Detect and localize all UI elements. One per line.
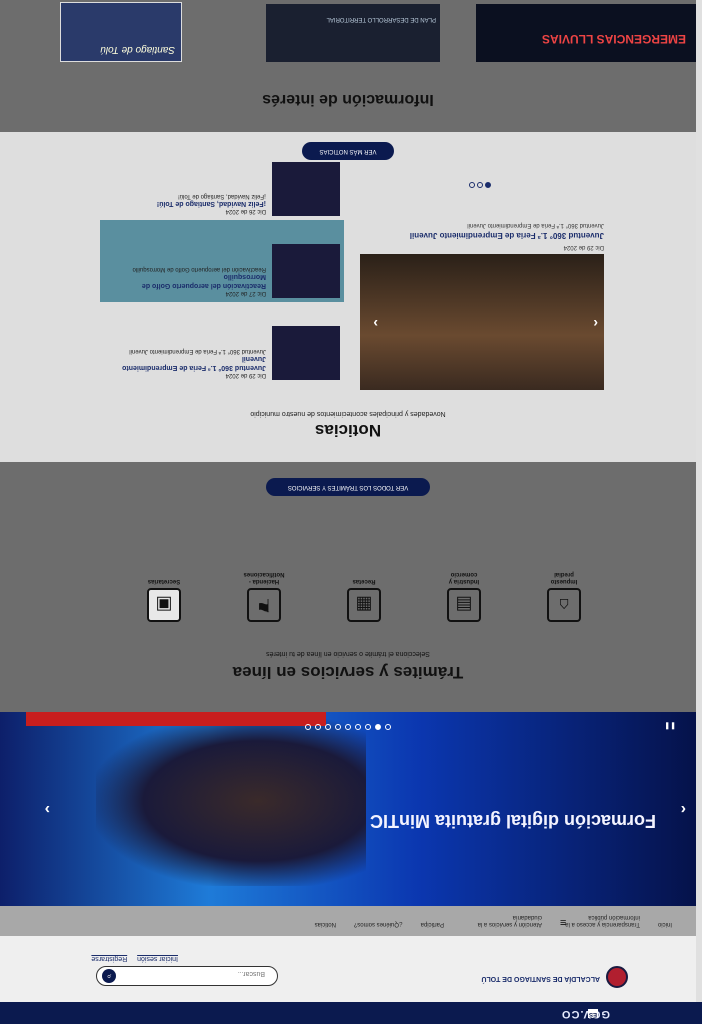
banner-emergencias[interactable]: EMERGENCIAS LLUVIAS: [476, 4, 696, 62]
news-main-image[interactable]: ‹ ›: [360, 254, 604, 390]
notification-icon: ⚑: [247, 588, 281, 622]
building-icon: ▣: [147, 588, 181, 622]
municipality-logo-icon[interactable]: [606, 966, 628, 988]
page: GOV.CO ES ALCALDÍA DE SANTIAGO DE TOLÚ ⌕…: [0, 0, 702, 1024]
nav-item-inicio[interactable]: Inicio: [658, 913, 672, 927]
news-item-date: Dic 29 de 2024: [225, 372, 266, 378]
tile-label: Hacienda - Notificaciones: [243, 571, 285, 584]
language-toggle[interactable]: ES: [588, 1009, 598, 1018]
tile-impuesto-predial[interactable]: ⌂ Impuesto predial: [542, 570, 586, 622]
hero-dot[interactable]: [315, 724, 321, 730]
site-header: ALCALDÍA DE SANTIAGO DE TOLÚ ⌕ Iniciar s…: [0, 936, 696, 1002]
banner-plan-desarrollo[interactable]: PLAN DE DESARROLLO TERRITORIAL: [266, 4, 440, 62]
house-icon: ⌂: [547, 588, 581, 622]
pause-icon[interactable]: ❚❚: [664, 722, 676, 730]
news-dot[interactable]: [485, 182, 491, 188]
news-list: Dic 29 de 2024 Juventud 360° 1.ª Feria d…: [100, 138, 344, 384]
hero-dot[interactable]: [375, 724, 381, 730]
auth-links: Iniciar sesión Registrarse: [83, 955, 178, 962]
tramites-title: Trámites y servicios en línea: [232, 663, 464, 682]
news-thumbnail: [272, 162, 340, 216]
news-dot[interactable]: [469, 182, 475, 188]
banner-label: EMERGENCIAS LLUVIAS: [541, 32, 686, 46]
tile-label: Secretarías: [147, 578, 181, 584]
main-nav: Inicio Transparencia y acceso a la infor…: [0, 906, 696, 936]
tile-label: Industria y comercio: [448, 571, 480, 584]
nav-item-noticias[interactable]: Noticias: [315, 913, 336, 927]
hero-dot[interactable]: [385, 724, 391, 730]
search-icon[interactable]: ⌕: [102, 969, 116, 983]
news-dots: [469, 182, 491, 188]
store-icon: ▤: [447, 588, 481, 622]
news-item-date: Dic 27 de 2024: [225, 290, 266, 296]
news-item-desc: ¡Feliz Navidad, Santiago de Tolú!: [178, 193, 266, 199]
nav-item-quienes-somos[interactable]: ¿Quiénes somos?: [354, 913, 403, 927]
news-item-date: Dic 26 de 2024: [225, 208, 266, 214]
hero-dot[interactable]: [345, 724, 351, 730]
tile-secretarias[interactable]: ▣ Secretarías: [142, 570, 186, 622]
news-title: Noticias: [314, 421, 382, 440]
news-item-title[interactable]: Reactivación del aeropuerto Golfo de Mor…: [106, 272, 266, 290]
calculator-icon: ▦: [347, 588, 381, 622]
news-section: Noticias Novedades y principales acontec…: [0, 132, 696, 462]
tile-recetas[interactable]: ▦ Recetas: [342, 570, 386, 622]
more-news-button[interactable]: VER MÁS NOTICIAS: [302, 142, 394, 160]
hero-carousel: Formación digital gratuita MinTIC ‹ › ❚❚: [0, 712, 696, 906]
menu-icon[interactable]: ≡: [560, 916, 566, 928]
info-section: Información de interés EMERGENCIAS LLUVI…: [0, 0, 696, 132]
tile-label: Recetas: [352, 578, 376, 584]
news-item-title[interactable]: Juventud 360° 1.ª Feria de Emprendimient…: [106, 354, 266, 372]
search-box: [96, 966, 278, 986]
hero-prev-icon[interactable]: ‹: [681, 800, 686, 818]
hero-dot[interactable]: [335, 724, 341, 730]
news-item-title[interactable]: ¡Feliz Navidad, Santiago de Tolú!: [106, 199, 266, 208]
nav-item-atencion[interactable]: Atención y servicios a la ciudadanía: [462, 913, 542, 927]
govco-topbar: GOV.CO ES: [0, 1002, 702, 1024]
news-thumbnail: [272, 326, 340, 380]
tramites-subtitle: Selecciona el trámite o servicio en líne…: [266, 650, 430, 657]
hero-dot[interactable]: [325, 724, 331, 730]
tramites-section: Trámites y servicios en línea Selecciona…: [0, 462, 696, 712]
hero-dot[interactable]: [305, 724, 311, 730]
news-main-title[interactable]: Juventud 360° 1.ª Feria de Emprendimient…: [410, 231, 604, 240]
news-list-item[interactable]: Dic 27 de 2024 Reactivación del aeropuer…: [100, 220, 344, 302]
tile-hacienda[interactable]: ⚑ Hacienda - Notificaciones: [242, 570, 286, 622]
news-main-date: Dic 29 de 2024: [563, 244, 604, 250]
hero-next-icon[interactable]: ›: [45, 800, 50, 818]
hero-dot[interactable]: [355, 724, 361, 730]
news-item-desc: Juventud 360° 1.ª Feria de Emprendimient…: [129, 348, 266, 354]
tramites-tiles: ⌂ Impuesto predial ▤ Industria y comerci…: [142, 570, 586, 622]
banner-label: Santiago de Tolú: [100, 44, 175, 55]
govco-brand[interactable]: GOV.CO: [561, 1008, 610, 1020]
hero-image: [96, 716, 366, 886]
banner-label: PLAN DE DESARROLLO TERRITORIAL: [326, 16, 436, 22]
municipality-name[interactable]: ALCALDÍA DE SANTIAGO DE TOLÚ: [481, 974, 600, 982]
nav-item-transparencia[interactable]: Transparencia y acceso a la información …: [560, 913, 640, 927]
info-title: Información de interés: [262, 91, 434, 108]
info-banners: EMERGENCIAS LLUVIAS PLAN DE DESARROLLO T…: [0, 0, 696, 84]
banner-santiago-tolu[interactable]: Santiago de Tolú: [60, 2, 182, 62]
search-input[interactable]: [123, 969, 267, 978]
register-link[interactable]: Registrarse: [91, 955, 127, 962]
news-main-desc: Juventud 360° 1.ª Feria de Emprendimient…: [467, 222, 604, 228]
login-link[interactable]: Iniciar sesión: [137, 955, 178, 962]
news-prev-icon[interactable]: ‹: [593, 316, 598, 332]
nav-items: Inicio Transparencia y acceso a la infor…: [315, 913, 672, 927]
news-thumbnail: [272, 244, 340, 298]
nav-item-participa[interactable]: Participa: [421, 913, 444, 927]
news-subtitle: Novedades y principales acontecimientos …: [250, 410, 446, 417]
tile-industria-comercio[interactable]: ▤ Industria y comercio: [442, 570, 486, 622]
hero-red-band: [26, 712, 326, 726]
news-next-icon[interactable]: ›: [373, 316, 378, 332]
tile-label: Impuesto predial: [550, 571, 578, 584]
news-list-item[interactable]: Dic 29 de 2024 Juventud 360° 1.ª Feria d…: [100, 302, 344, 384]
hero-dot[interactable]: [365, 724, 371, 730]
hero-title[interactable]: Formación digital gratuita MinTIC: [370, 810, 656, 831]
all-tramites-button[interactable]: VER TODOS LOS TRÁMITES Y SERVICIOS: [266, 478, 430, 496]
news-dot[interactable]: [477, 182, 483, 188]
hero-dots: [305, 724, 391, 730]
news-item-desc: Reactivación del aeropuerto Golfo de Mor…: [132, 266, 266, 272]
